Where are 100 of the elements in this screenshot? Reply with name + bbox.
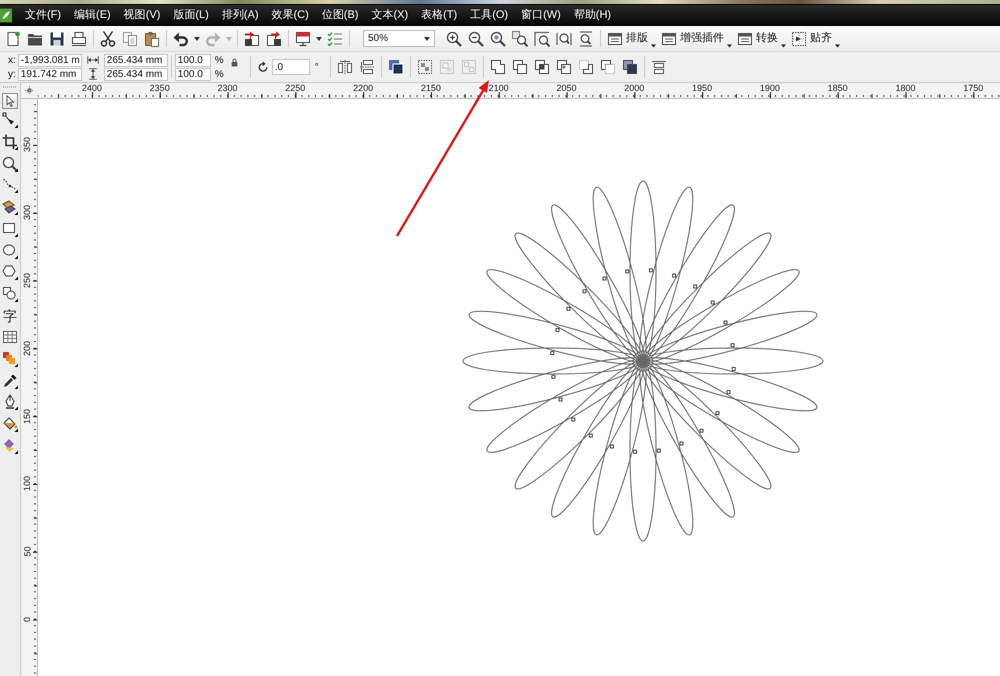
zoom-level-dropdown[interactable]: 50% bbox=[363, 30, 435, 47]
app-logo-icon bbox=[0, 8, 12, 23]
text-tool-button[interactable]: 字 bbox=[2, 308, 18, 324]
intersect-icon[interactable] bbox=[534, 59, 550, 75]
zoom-to-objects-icon[interactable] bbox=[512, 30, 528, 46]
basic-shapes-icon[interactable] bbox=[2, 286, 18, 302]
caret-icon[interactable] bbox=[835, 44, 840, 48]
align-icon[interactable] bbox=[650, 59, 667, 75]
new-document-icon[interactable] bbox=[5, 30, 21, 46]
ruler-origin-icon[interactable] bbox=[25, 86, 34, 95]
caret-icon[interactable] bbox=[194, 36, 200, 40]
scale-field[interactable]: 100.0 bbox=[174, 54, 211, 66]
rectangle-icon[interactable] bbox=[2, 220, 18, 237]
mirror-horizontal-icon[interactable] bbox=[336, 59, 353, 75]
rotate-icon bbox=[256, 61, 269, 73]
blend-icon[interactable] bbox=[2, 350, 18, 367]
panel-icon bbox=[737, 30, 753, 46]
interactive-fill-icon[interactable] bbox=[2, 438, 18, 454]
menu-item[interactable]: 文本(X) bbox=[371, 9, 408, 22]
menu-item[interactable]: 帮助(H) bbox=[574, 9, 612, 22]
rotation-angle-field[interactable]: .0 bbox=[272, 59, 310, 75]
zoom-to-page-icon[interactable] bbox=[534, 30, 550, 46]
shape-tool-icon[interactable] bbox=[2, 112, 18, 128]
caret-icon[interactable] bbox=[424, 36, 430, 40]
caret-icon[interactable] bbox=[651, 44, 656, 48]
import-icon[interactable] bbox=[244, 30, 260, 46]
ruler-label: 250 bbox=[24, 272, 32, 288]
zoom-to-selection-icon[interactable] bbox=[490, 30, 506, 46]
caret-icon[interactable] bbox=[727, 44, 732, 48]
width-arrows-icon bbox=[86, 54, 99, 66]
ruler-label: 1750 bbox=[963, 83, 984, 93]
smart-fill-icon[interactable] bbox=[2, 199, 18, 216]
zoom-page-height-icon[interactable] bbox=[578, 30, 594, 46]
paint-bucket-icon[interactable] bbox=[2, 416, 18, 432]
caret-icon[interactable] bbox=[316, 36, 322, 40]
scale-field[interactable]: 100.0 bbox=[174, 68, 211, 80]
stacked-squares-icon[interactable] bbox=[388, 59, 404, 75]
polygon-icon[interactable] bbox=[2, 264, 18, 280]
menu-item[interactable]: 版面(L) bbox=[173, 9, 209, 22]
ruler-label: 100 bbox=[24, 476, 32, 492]
ruler-label: 150 bbox=[24, 408, 32, 424]
launcher-icon[interactable] bbox=[295, 30, 311, 46]
width-field[interactable]: 265.434 mm bbox=[104, 54, 168, 66]
ellipse-icon[interactable] bbox=[2, 242, 18, 258]
ruler-label: 0 bbox=[24, 616, 32, 622]
menu-item[interactable]: 编辑(E) bbox=[74, 9, 111, 22]
zoom-page-width-icon[interactable] bbox=[556, 30, 572, 46]
zoom-in-icon[interactable] bbox=[446, 30, 462, 46]
menu-item[interactable]: 窗口(W) bbox=[521, 9, 561, 22]
clipboard-icon[interactable] bbox=[144, 30, 160, 46]
x-position-field[interactable]: -1,993.081 m bbox=[18, 54, 82, 66]
toolbar-menu-button[interactable]: 转换 bbox=[734, 28, 787, 49]
boundary-icon[interactable] bbox=[622, 59, 638, 75]
menu-item[interactable]: 工具(O) bbox=[470, 9, 508, 22]
pointer-icon[interactable] bbox=[2, 92, 18, 109]
menu-item[interactable]: 位图(B) bbox=[322, 9, 358, 22]
percent-label: % bbox=[214, 68, 224, 80]
zoom-out-icon[interactable] bbox=[468, 30, 484, 46]
height-arrows-icon bbox=[86, 68, 99, 80]
export-icon[interactable] bbox=[266, 30, 282, 46]
panel-icon bbox=[607, 30, 623, 46]
lock-icon[interactable] bbox=[230, 58, 239, 67]
ruler-label: 1800 bbox=[895, 83, 916, 93]
simplify-icon[interactable] bbox=[556, 59, 572, 75]
table-icon[interactable] bbox=[2, 329, 18, 346]
caret-icon[interactable] bbox=[781, 44, 786, 48]
ruler-label: 300 bbox=[24, 205, 32, 220]
menu-item[interactable]: 效果(C) bbox=[272, 9, 309, 22]
percent-label: % bbox=[214, 54, 224, 66]
height-field[interactable]: 265.434 mm bbox=[104, 68, 168, 80]
front-minus-back-icon[interactable] bbox=[578, 59, 594, 75]
y-position-field[interactable]: 191.742 mm bbox=[18, 68, 82, 80]
ruler-label: 2300 bbox=[217, 83, 238, 93]
menu-item[interactable]: 文件(F) bbox=[25, 9, 62, 22]
snap-icon bbox=[791, 30, 807, 46]
menu-item[interactable]: 视图(V) bbox=[124, 9, 160, 22]
printer-icon[interactable] bbox=[71, 30, 87, 46]
weld-icon[interactable] bbox=[490, 59, 506, 75]
group-icon[interactable] bbox=[416, 59, 433, 75]
ruler-label: 2100 bbox=[488, 83, 509, 93]
eyedropper-icon[interactable] bbox=[2, 372, 18, 389]
back-minus-front-icon[interactable] bbox=[600, 59, 616, 75]
crop-icon[interactable] bbox=[2, 134, 18, 150]
menu-item[interactable]: 表格(T) bbox=[421, 9, 458, 22]
ruler-label: 50 bbox=[24, 546, 32, 557]
checklist-icon[interactable] bbox=[327, 30, 343, 46]
ruler-label: 1900 bbox=[760, 83, 780, 93]
trim-icon[interactable] bbox=[512, 59, 528, 75]
toolbar-menu-button[interactable]: 贴齐 bbox=[788, 28, 841, 49]
scissors-icon[interactable] bbox=[100, 30, 116, 46]
toolbar-menu-button[interactable]: 增强插件 bbox=[658, 28, 733, 49]
mirror-vertical-icon[interactable] bbox=[358, 59, 375, 75]
curve-tool-icon[interactable] bbox=[2, 177, 18, 194]
undo-icon[interactable] bbox=[173, 30, 189, 46]
toolbar-menu-button[interactable]: 排版 bbox=[604, 28, 657, 49]
menu-item[interactable]: 排列(A) bbox=[222, 9, 259, 22]
degree-label: ° bbox=[314, 62, 319, 72]
zoom-icon[interactable] bbox=[2, 156, 18, 172]
save-icon[interactable] bbox=[49, 30, 65, 46]
copy-icon[interactable] bbox=[122, 30, 138, 46]
